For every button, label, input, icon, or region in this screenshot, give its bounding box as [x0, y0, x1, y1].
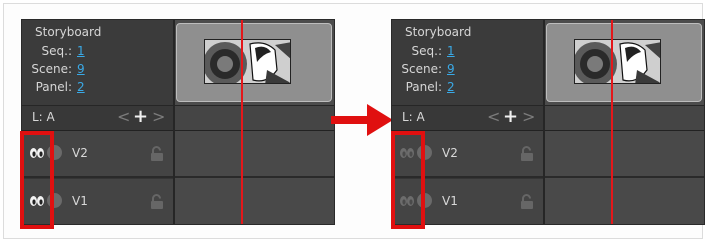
layer-bar: L: A < + > — [22, 106, 173, 131]
panel-clip[interactable] — [176, 23, 332, 102]
highlight-box-before — [20, 131, 54, 229]
lane-v2[interactable] — [175, 131, 334, 178]
panel-thumbnail — [574, 39, 661, 84]
panel-link[interactable]: 2 — [77, 80, 87, 94]
scene-label: Scene: — [401, 62, 442, 76]
panel-label: Panel: — [405, 80, 442, 94]
track-name: V1 — [72, 194, 88, 208]
lock-icon[interactable] — [149, 146, 165, 162]
previous-layer-icon[interactable]: < — [117, 108, 130, 126]
track-name: V2 — [72, 146, 88, 160]
seq-row: Seq.: 1 — [412, 44, 457, 58]
panel-label: Panel: — [35, 80, 72, 94]
panel-link[interactable]: 2 — [447, 80, 457, 94]
previous-layer-icon[interactable]: < — [487, 108, 500, 126]
track-name: V1 — [442, 194, 458, 208]
panel-clip[interactable] — [546, 23, 702, 102]
playhead[interactable] — [241, 20, 243, 224]
seq-label: Seq.: — [411, 44, 442, 58]
panel-row: Panel: 2 — [36, 80, 87, 94]
seq-label: Seq.: — [41, 44, 72, 58]
lane-v1[interactable] — [545, 179, 704, 224]
storyboard-title: Storyboard — [35, 25, 102, 39]
next-layer-icon[interactable]: > — [522, 108, 535, 126]
lock-icon[interactable] — [149, 194, 165, 210]
track-name: V2 — [442, 146, 458, 160]
storyboard-info: Storyboard Seq.: 1 Scene: 9 Panel: 2 — [22, 20, 173, 106]
add-layer-icon[interactable]: + — [503, 108, 518, 126]
layer-lane — [545, 106, 704, 131]
layer-lane — [175, 106, 334, 131]
next-layer-icon[interactable]: > — [152, 108, 165, 126]
layer-label: L: A — [32, 110, 55, 124]
lane-v1[interactable] — [175, 179, 334, 224]
seq-link[interactable]: 1 — [447, 44, 457, 58]
storyboard-info: Storyboard Seq.: 1 Scene: 9 Panel: 2 — [392, 20, 543, 106]
storyboard-track — [175, 20, 334, 106]
add-layer-icon[interactable]: + — [133, 108, 148, 126]
scene-link[interactable]: 9 — [447, 62, 457, 76]
right-arrow-icon — [331, 104, 393, 136]
lane-v2[interactable] — [545, 131, 704, 178]
storyboard-track — [545, 20, 704, 106]
timeline-area[interactable] — [545, 20, 704, 224]
panel-row: Panel: 2 — [406, 80, 457, 94]
scene-label: Scene: — [31, 62, 72, 76]
lock-icon[interactable] — [519, 146, 535, 162]
seq-link[interactable]: 1 — [77, 44, 87, 58]
highlight-box-after — [391, 131, 425, 229]
panel-thumbnail — [204, 39, 291, 84]
layer-label: L: A — [402, 110, 425, 124]
layer-bar: L: A < + > — [392, 106, 543, 131]
scene-link[interactable]: 9 — [77, 62, 87, 76]
timeline-panel-before: Storyboard Seq.: 1 Scene: 9 Panel: 2 L: A <… — [21, 19, 335, 225]
scene-row: Scene: 9 — [401, 62, 457, 76]
scene-row: Scene: 9 — [31, 62, 87, 76]
lock-icon[interactable] — [519, 194, 535, 210]
seq-row: Seq.: 1 — [42, 44, 87, 58]
timeline-panel-after: Storyboard Seq.: 1 Scene: 9 Panel: 2 L: A <… — [391, 19, 705, 225]
timeline-area[interactable] — [175, 20, 334, 224]
storyboard-title: Storyboard — [405, 25, 472, 39]
playhead[interactable] — [611, 20, 613, 224]
